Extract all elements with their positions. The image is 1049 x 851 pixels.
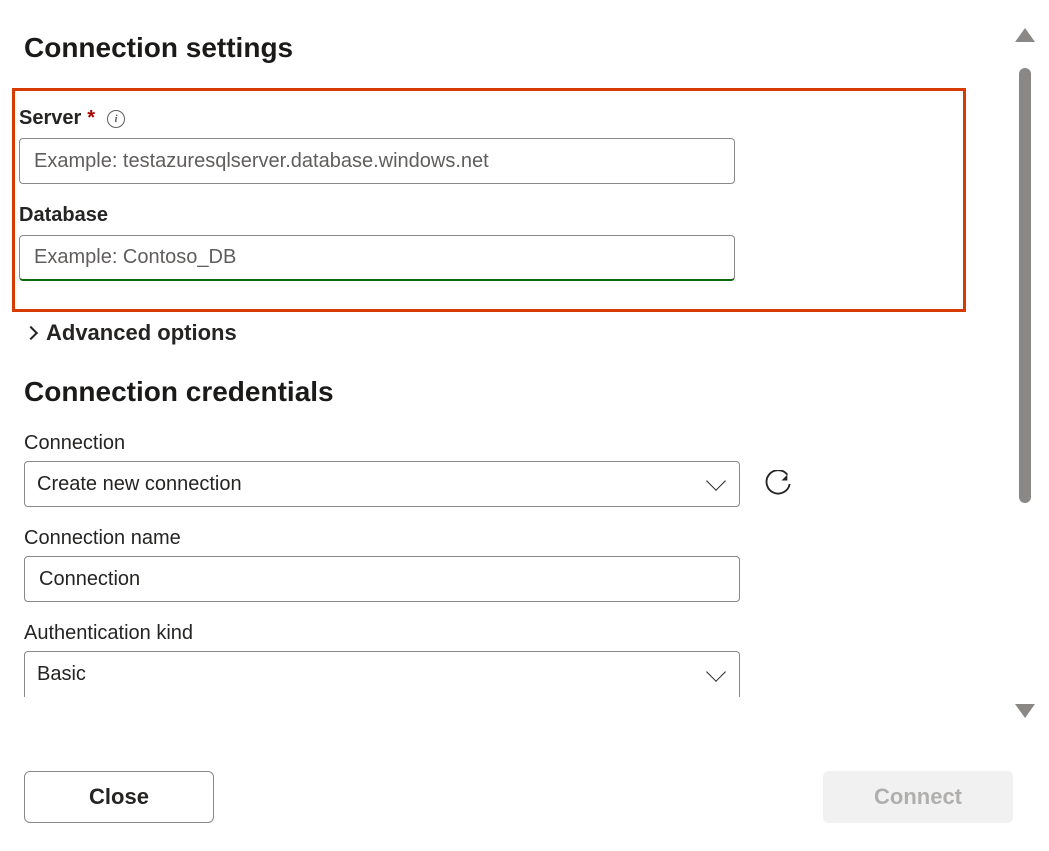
chevron-down-icon [706, 662, 726, 682]
database-field-group: Database [19, 204, 951, 281]
database-label: Database [19, 204, 108, 227]
server-input[interactable] [32, 149, 722, 174]
server-input-wrap [19, 138, 735, 184]
advanced-options-expander[interactable]: Advanced options [26, 320, 966, 346]
settings-highlight-region: Server * i Database [12, 88, 966, 312]
chevron-right-icon [24, 326, 38, 340]
auth-field-group: Authentication kind Basic [24, 622, 966, 697]
connection-settings-title: Connection settings [24, 32, 966, 64]
connection-credentials-title: Connection credentials [24, 376, 966, 408]
connection-name-field-group: Connection name [24, 527, 966, 602]
refresh-icon[interactable] [764, 470, 792, 498]
scroll-up-icon[interactable] [1015, 28, 1035, 42]
database-input[interactable] [32, 245, 722, 270]
close-button[interactable]: Close [24, 771, 214, 823]
database-input-wrap [19, 235, 735, 281]
connection-name-input[interactable] [37, 567, 727, 592]
info-icon[interactable]: i [107, 110, 125, 128]
server-label: Server [19, 107, 81, 130]
connection-field-group: Connection Create new connection [24, 432, 966, 507]
server-field-group: Server * i [19, 107, 951, 184]
scroll-down-icon[interactable] [1015, 704, 1035, 718]
required-indicator: * [87, 107, 95, 130]
auth-label: Authentication kind [24, 622, 966, 645]
connection-label: Connection [24, 432, 966, 455]
auth-select[interactable]: Basic [24, 651, 740, 697]
auth-select-value: Basic [37, 663, 86, 686]
chevron-down-icon [706, 471, 726, 491]
dialog-footer: Close Connect [24, 771, 1013, 823]
connection-select[interactable]: Create new connection [24, 461, 740, 507]
connect-button: Connect [823, 771, 1013, 823]
connection-name-label: Connection name [24, 527, 966, 550]
scroll-thumb[interactable] [1019, 68, 1031, 503]
vertical-scrollbar[interactable] [1013, 28, 1037, 718]
connection-name-input-wrap [24, 556, 740, 602]
connection-select-value: Create new connection [37, 473, 242, 496]
advanced-options-label: Advanced options [46, 320, 237, 346]
